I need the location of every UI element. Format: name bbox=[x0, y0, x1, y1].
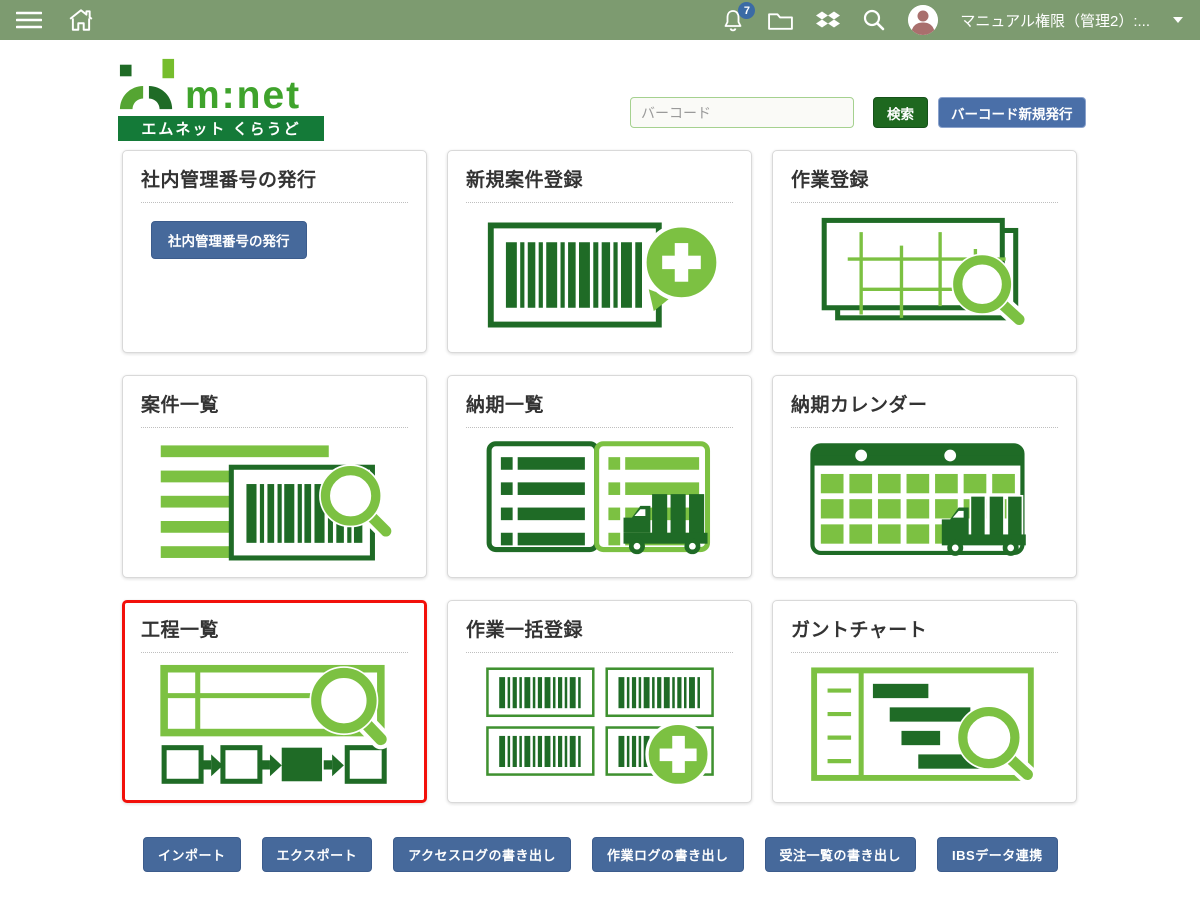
card-work-batch-register[interactable]: 作業一括登録 bbox=[447, 600, 752, 803]
list-truck-icon bbox=[466, 437, 733, 563]
card-title: 社内管理番号の発行 bbox=[141, 165, 408, 203]
topbar: 7 マニュ bbox=[0, 0, 1200, 40]
hamburger-menu-icon[interactable] bbox=[16, 10, 42, 30]
card-case-list[interactable]: 案件一覧 bbox=[122, 375, 427, 578]
magnifier-icon bbox=[316, 673, 381, 739]
card-title: 作業登録 bbox=[791, 165, 1058, 203]
internal-number-issue-button[interactable]: 社内管理番号の発行 bbox=[151, 221, 307, 259]
home-icon[interactable] bbox=[68, 8, 94, 32]
card-internal-number-issue[interactable]: 社内管理番号の発行 社内管理番号の発行 bbox=[122, 150, 427, 353]
avatar[interactable] bbox=[908, 5, 938, 35]
search-icon[interactable] bbox=[862, 8, 886, 32]
barcodes-plus-icon bbox=[466, 662, 733, 788]
caret-down-icon[interactable] bbox=[1172, 16, 1184, 24]
card-title: 納期カレンダー bbox=[791, 390, 1058, 428]
barcode-search-input[interactable] bbox=[630, 97, 854, 128]
work-log-export-button[interactable]: 作業ログの書き出し bbox=[592, 837, 744, 872]
card-work-register[interactable]: 作業登録 bbox=[772, 150, 1077, 353]
card-title: 新規案件登録 bbox=[466, 165, 733, 203]
card-process-list[interactable]: 工程一覧 bbox=[122, 600, 427, 803]
card-delivery-calendar[interactable]: 納期カレンダー bbox=[772, 375, 1077, 578]
card-title: 納期一覧 bbox=[466, 390, 733, 428]
process-flow-magnifier-icon bbox=[141, 662, 408, 788]
magnifier-icon bbox=[325, 471, 385, 531]
gantt-magnifier-icon bbox=[791, 662, 1058, 788]
import-button[interactable]: インポート bbox=[143, 837, 241, 872]
sheets-magnifier-icon bbox=[791, 212, 1058, 338]
ibs-data-link-button[interactable]: IBSデータ連携 bbox=[937, 837, 1058, 872]
search-button[interactable]: 検索 bbox=[873, 97, 928, 128]
notification-count-badge: 7 bbox=[738, 2, 755, 19]
mnet-logo-mark bbox=[118, 58, 176, 112]
card-new-case-register[interactable]: 新規案件登録 bbox=[447, 150, 752, 353]
card-title: ガントチャート bbox=[791, 615, 1058, 653]
calendar-truck-icon bbox=[791, 437, 1058, 563]
user-account-label[interactable]: マニュアル権限（管理2）:... bbox=[960, 10, 1150, 31]
card-title: 作業一括登録 bbox=[466, 615, 733, 653]
notifications-bell-icon[interactable]: 7 bbox=[721, 8, 745, 32]
logo-tagline: エムネット くらうど bbox=[118, 116, 324, 141]
card-title: 案件一覧 bbox=[141, 390, 408, 428]
list-barcode-magnifier-icon bbox=[141, 437, 408, 563]
folder-icon[interactable] bbox=[767, 10, 794, 31]
dropbox-icon[interactable] bbox=[816, 11, 840, 29]
app-logo[interactable]: m:net エムネット くらうど bbox=[118, 56, 324, 141]
order-list-export-button[interactable]: 受注一覧の書き出し bbox=[765, 837, 917, 872]
menu-card-grid: 社内管理番号の発行 社内管理番号の発行 新規案件登録 bbox=[122, 150, 1077, 803]
footer-actions: インポート エクスポート アクセスログの書き出し 作業ログの書き出し 受注一覧の… bbox=[143, 837, 1058, 872]
logo-wordmark: m:net bbox=[185, 79, 301, 112]
new-barcode-button[interactable]: バーコード新規発行 bbox=[938, 97, 1086, 128]
barcode-plus-icon bbox=[466, 212, 733, 338]
card-delivery-list[interactable]: 納期一覧 bbox=[447, 375, 752, 578]
access-log-export-button[interactable]: アクセスログの書き出し bbox=[393, 837, 571, 872]
export-button[interactable]: エクスポート bbox=[262, 837, 373, 872]
card-gantt-chart[interactable]: ガントチャート bbox=[772, 600, 1077, 803]
card-title: 工程一覧 bbox=[141, 615, 408, 653]
